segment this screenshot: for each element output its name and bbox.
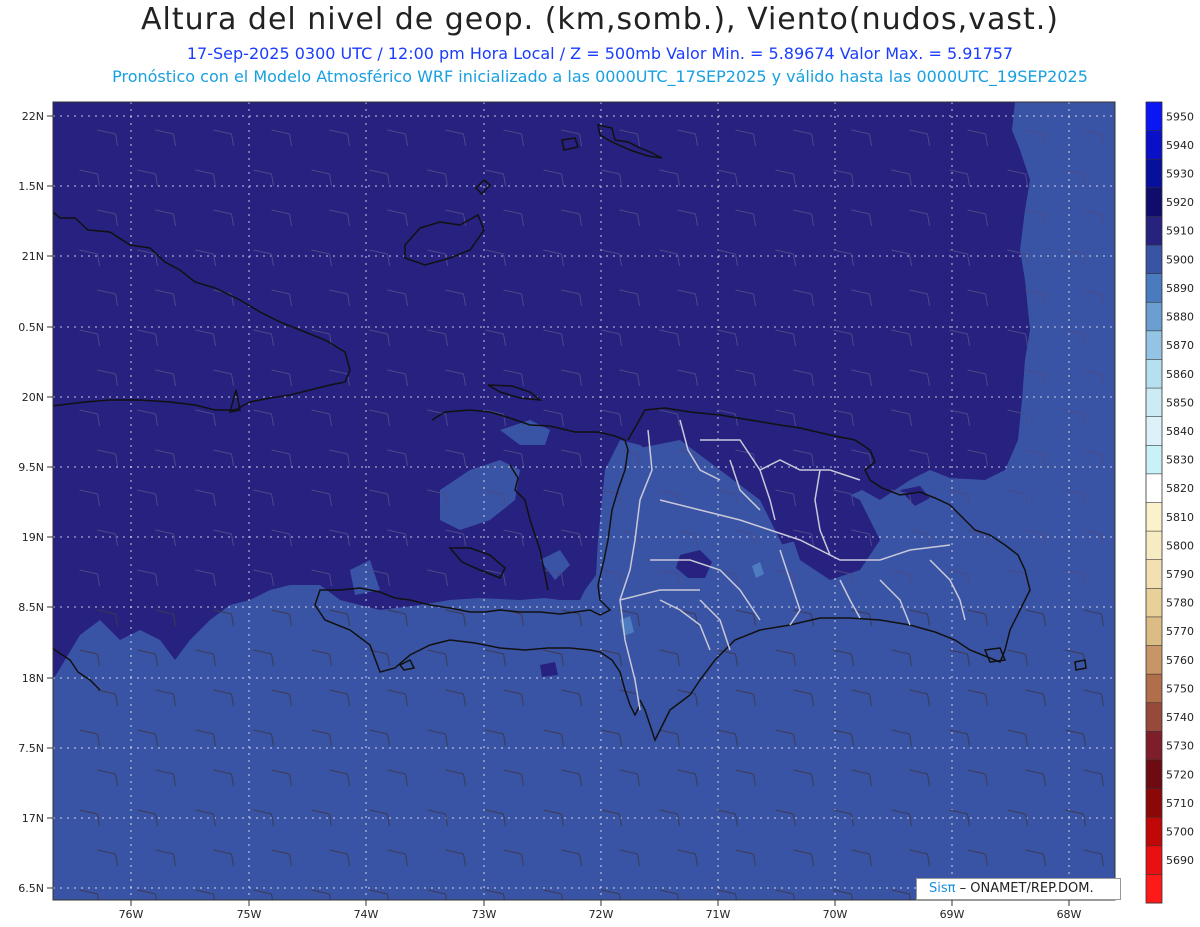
lat-label: 9.5N: [18, 461, 44, 474]
lon-label: 70W: [823, 908, 848, 921]
colorbar-label: 5720: [1166, 768, 1194, 781]
colorbar-swatch: [1146, 130, 1162, 160]
colorbar-swatch: [1146, 559, 1162, 589]
colorbar-label: 5940: [1166, 139, 1194, 152]
colorbar-swatch: [1146, 674, 1162, 704]
colorbar-swatch: [1146, 531, 1162, 561]
colorbar-swatch: [1146, 445, 1162, 475]
lat-label: 0.5N: [18, 321, 44, 334]
colorbar-swatch: [1146, 616, 1162, 647]
colorbar-swatch: [1146, 273, 1162, 303]
colorbar-label: 5810: [1166, 511, 1194, 524]
colorbar-swatch: [1146, 216, 1162, 246]
lon-label: 75W: [237, 908, 262, 921]
colorbar-label: 5920: [1166, 196, 1194, 209]
colorbar-swatch: [1146, 388, 1162, 418]
colorbar-label: 5700: [1166, 825, 1194, 838]
colorbar-label: 5690: [1166, 854, 1194, 867]
colorbar-label: 5950: [1166, 110, 1194, 123]
lon-label: 72W: [589, 908, 614, 921]
lon-label: 73W: [472, 908, 497, 921]
colorbar-swatch: [1146, 159, 1162, 189]
lat-label: 19N: [22, 531, 44, 544]
colorbar-swatch: [1146, 416, 1162, 446]
colorbar-label: 5830: [1166, 454, 1194, 467]
colorbar-label: 5710: [1166, 797, 1194, 810]
credit-text: – ONAMET/REP.DOM.: [955, 881, 1094, 896]
colorbar-label: 5860: [1166, 368, 1194, 381]
lon-label: 76W: [119, 908, 144, 921]
colorbar-label: 5890: [1166, 282, 1194, 295]
colorbar-swatch: [1146, 359, 1162, 389]
colorbar-swatch: [1146, 502, 1162, 532]
colorbar-swatch: [1146, 645, 1162, 675]
lat-label: 1.5N: [18, 180, 44, 193]
colorbar-swatch: [1146, 245, 1162, 275]
lat-label: 18N: [22, 672, 44, 685]
credit-box: Sisπ – ONAMET/REP.DOM.: [916, 878, 1121, 900]
colorbar: 5950 5940 5930 5920 5910 5900 5890 5880 5870 5860…: [1145, 101, 1194, 904]
colorbar-swatch: [1146, 845, 1162, 875]
colorbar-swatch: [1146, 330, 1162, 360]
lon-label: 69W: [940, 908, 965, 921]
colorbar-swatch: [1146, 788, 1162, 818]
colorbar-swatch: [1146, 187, 1162, 217]
lat-label: 21N: [22, 250, 44, 263]
colorbar-label: 5780: [1166, 597, 1194, 610]
colorbar-label: 5870: [1166, 339, 1194, 352]
colorbar-swatch: [1146, 473, 1162, 503]
lat-label: 6.5N: [18, 882, 44, 895]
lat-label: 8.5N: [18, 601, 44, 614]
colorbar-swatch: [1146, 731, 1162, 761]
lat-label: 17N: [22, 812, 44, 825]
colorbar-label: 5770: [1166, 625, 1194, 638]
geopotential-map: 22N 1.5N 21N 0.5N 20N 9.5N 19N 8.5N 18N 7.5N 17N 6.…: [18, 100, 1194, 921]
colorbar-label: 5760: [1166, 654, 1194, 667]
colorbar-label: 5750: [1166, 682, 1194, 695]
lon-label: 74W: [354, 908, 379, 921]
sispi-brand: Sisπ: [929, 881, 956, 896]
colorbar-label: 5880: [1166, 311, 1194, 324]
colorbar-swatch: [1146, 817, 1162, 847]
colorbar-swatch: [1146, 874, 1162, 904]
colorbar-label: 5740: [1166, 711, 1194, 724]
colorbar-label: 5820: [1166, 482, 1194, 495]
colorbar-swatch: [1146, 702, 1162, 732]
lon-label: 68W: [1057, 908, 1082, 921]
lon-label: 71W: [706, 908, 731, 921]
colorbar-swatch: [1146, 588, 1162, 618]
colorbar-label: 5730: [1166, 740, 1194, 753]
colorbar-swatch: [1146, 302, 1162, 332]
lat-label: 7.5N: [18, 742, 44, 755]
colorbar-label: 5840: [1166, 425, 1194, 438]
colorbar-label: 5910: [1166, 225, 1194, 238]
colorbar-label: 5800: [1166, 539, 1194, 552]
colorbar-swatch: [1146, 759, 1162, 790]
colorbar-label: 5900: [1166, 253, 1194, 266]
contour-fill-layer: [53, 102, 1115, 900]
colorbar-label: 5930: [1166, 168, 1194, 181]
lat-label: 20N: [22, 391, 44, 404]
lat-label: 22N: [22, 110, 44, 123]
colorbar-swatch: [1146, 102, 1162, 132]
colorbar-label: 5850: [1166, 396, 1194, 409]
colorbar-label: 5790: [1166, 568, 1194, 581]
